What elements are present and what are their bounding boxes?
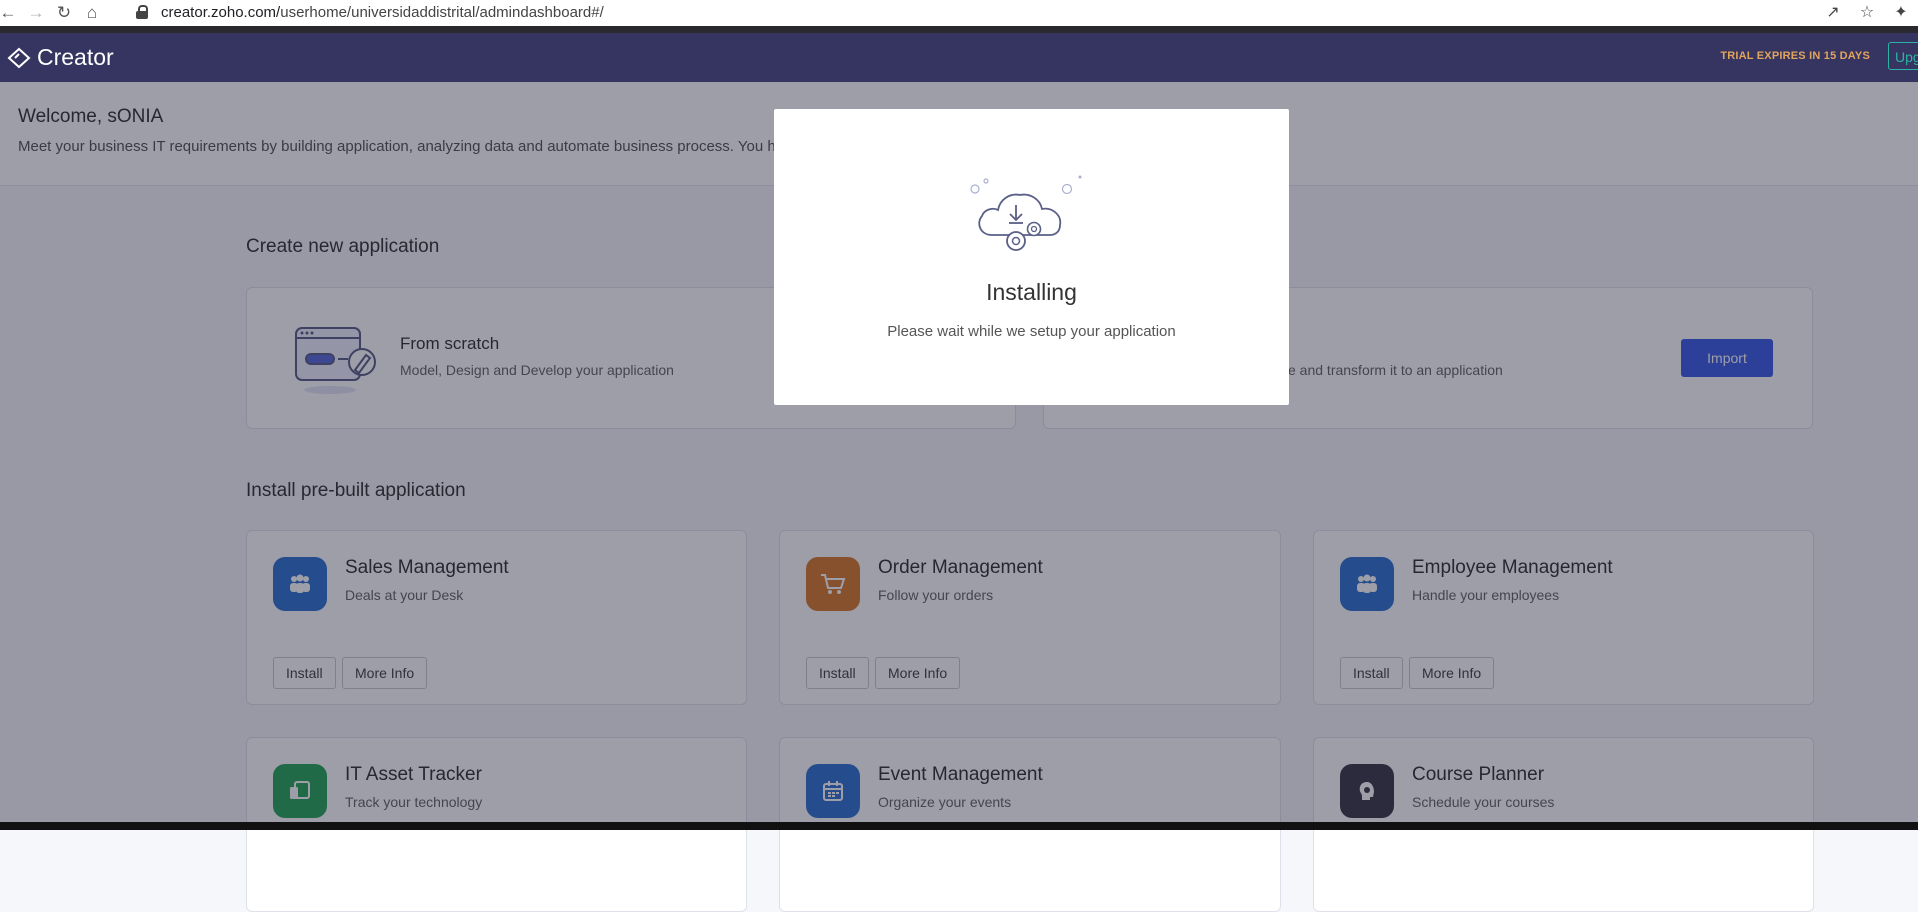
reload-icon[interactable]: ↻ (50, 3, 78, 23)
modal-title: Installing (986, 279, 1077, 305)
address-bar[interactable]: creator.zoho.com/userhome/universidaddis… (136, 0, 604, 24)
url-path: userhome/universidaddistrital/admindashb… (280, 3, 604, 21)
installing-modal: Installing Please wait while we setup yo… (774, 109, 1289, 405)
back-icon[interactable]: ← (0, 3, 22, 23)
app-name[interactable]: Creator (37, 44, 114, 71)
home-icon[interactable]: ⌂ (78, 3, 106, 23)
app-header: Creator TRIAL EXPIRES IN 15 DAYS Upg (0, 33, 1918, 82)
forward-icon[interactable]: → (22, 3, 50, 23)
star-icon[interactable]: ☆ (1850, 2, 1884, 22)
toolbar-divider (0, 26, 1918, 33)
cloud-install-icon (970, 175, 1082, 251)
lock-icon (136, 5, 148, 19)
creator-logo-icon[interactable] (7, 47, 31, 69)
modal-subtitle: Please wait while we setup your applicat… (887, 323, 1176, 340)
share-icon[interactable]: ↗ (1816, 2, 1850, 22)
url-host: creator.zoho.com/ (161, 3, 281, 21)
browser-toolbar: ← → ↻ ⌂ creator.zoho.com/userhome/univer… (0, 0, 1918, 26)
extensions-icon[interactable]: ✦ (1884, 2, 1918, 22)
upgrade-button[interactable]: Upg (1888, 42, 1918, 70)
trial-expiry-text: TRIAL EXPIRES IN 15 DAYS (1720, 50, 1870, 62)
taskbar-edge (0, 822, 1918, 830)
